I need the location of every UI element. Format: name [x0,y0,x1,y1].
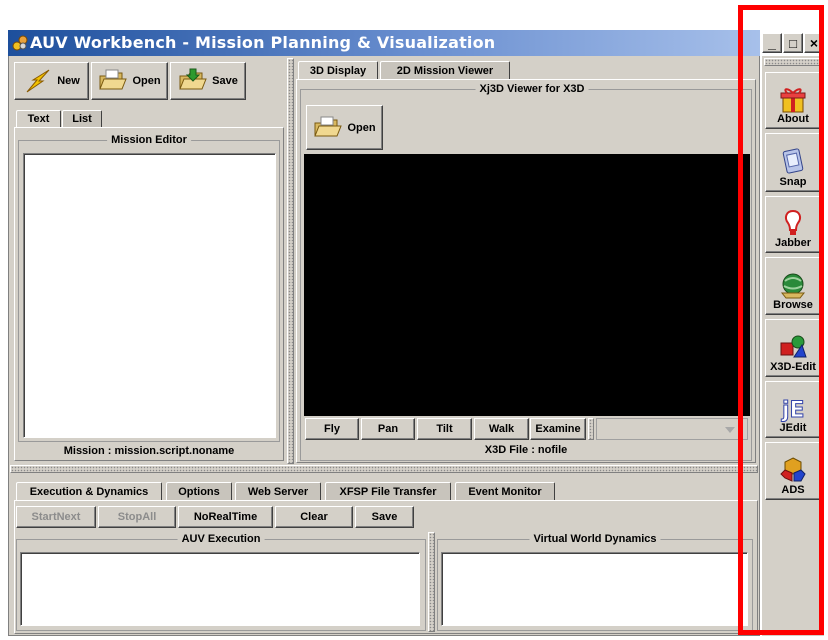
nav-pan-button[interactable]: Pan [361,418,415,440]
window-title: AUV Workbench - Mission Planning & Visua… [30,33,496,52]
nav-fly-button[interactable]: Fly [305,418,359,440]
tab-execution-dynamics[interactable]: Execution & Dynamics [16,482,162,501]
tab-xfsp-file-transfer[interactable]: XFSP File Transfer [325,482,451,501]
open-button-label: Open [132,75,161,87]
norealtime-button[interactable]: NoRealTime [178,506,273,528]
nav-examine-button[interactable]: Examine [530,418,586,440]
xj3d-viewer-title: Xj3D Viewer for X3D [475,83,589,95]
tab-web-server[interactable]: Web Server [235,482,321,501]
nav-tilt-button[interactable]: Tilt [417,418,472,440]
new-button-label: New [57,75,80,87]
viewpoint-dropdown[interactable] [596,418,748,440]
nav-walk-button[interactable]: Walk [474,418,529,440]
tab-2d-mission-viewer[interactable]: 2D Mission Viewer [380,61,510,80]
app-logo-icon [12,35,28,51]
stopall-button[interactable]: StopAll [98,506,176,528]
bottom-vertical-splitter[interactable] [428,532,435,632]
nav-grip [588,418,594,440]
vertical-splitter[interactable] [287,58,294,464]
folder-open-icon [314,116,343,136]
lightning-icon [26,69,50,93]
tab-list[interactable]: List [62,110,102,128]
folder-open-icon [99,69,128,90]
x3d-file-status: X3D File : nofile [484,444,568,456]
startnext-button[interactable]: StartNext [16,506,96,528]
bottom-save-button[interactable]: Save [355,506,414,528]
open-button[interactable]: Open [91,62,168,100]
new-button[interactable]: New [14,62,89,100]
virtual-world-textarea[interactable] [441,552,748,626]
auv-execution-textarea[interactable] [20,552,420,626]
save-button[interactable]: Save [170,62,246,100]
mission-editor-title: Mission Editor [107,134,191,146]
folder-save-icon [179,68,207,90]
clear-button[interactable]: Clear [275,506,353,528]
tab-text[interactable]: Text [16,110,61,128]
virtual-world-title: Virtual World Dynamics [529,533,661,545]
mission-status: Mission : mission.script.noname [63,445,235,457]
tab-event-monitor[interactable]: Event Monitor [455,482,555,501]
tab-options[interactable]: Options [166,482,232,501]
viewer-open-label: Open [347,121,376,134]
auv-execution-title: AUV Execution [177,533,265,545]
x3d-canvas[interactable] [304,154,750,416]
highlight-box [738,5,824,635]
horizontal-splitter[interactable] [10,465,758,473]
chevron-down-icon [725,427,735,433]
viewer-open-button[interactable]: Open [306,105,383,150]
mission-editor-textarea[interactable] [23,153,276,438]
save-button-label: Save [212,75,238,87]
tab-3d-display[interactable]: 3D Display [298,61,378,80]
